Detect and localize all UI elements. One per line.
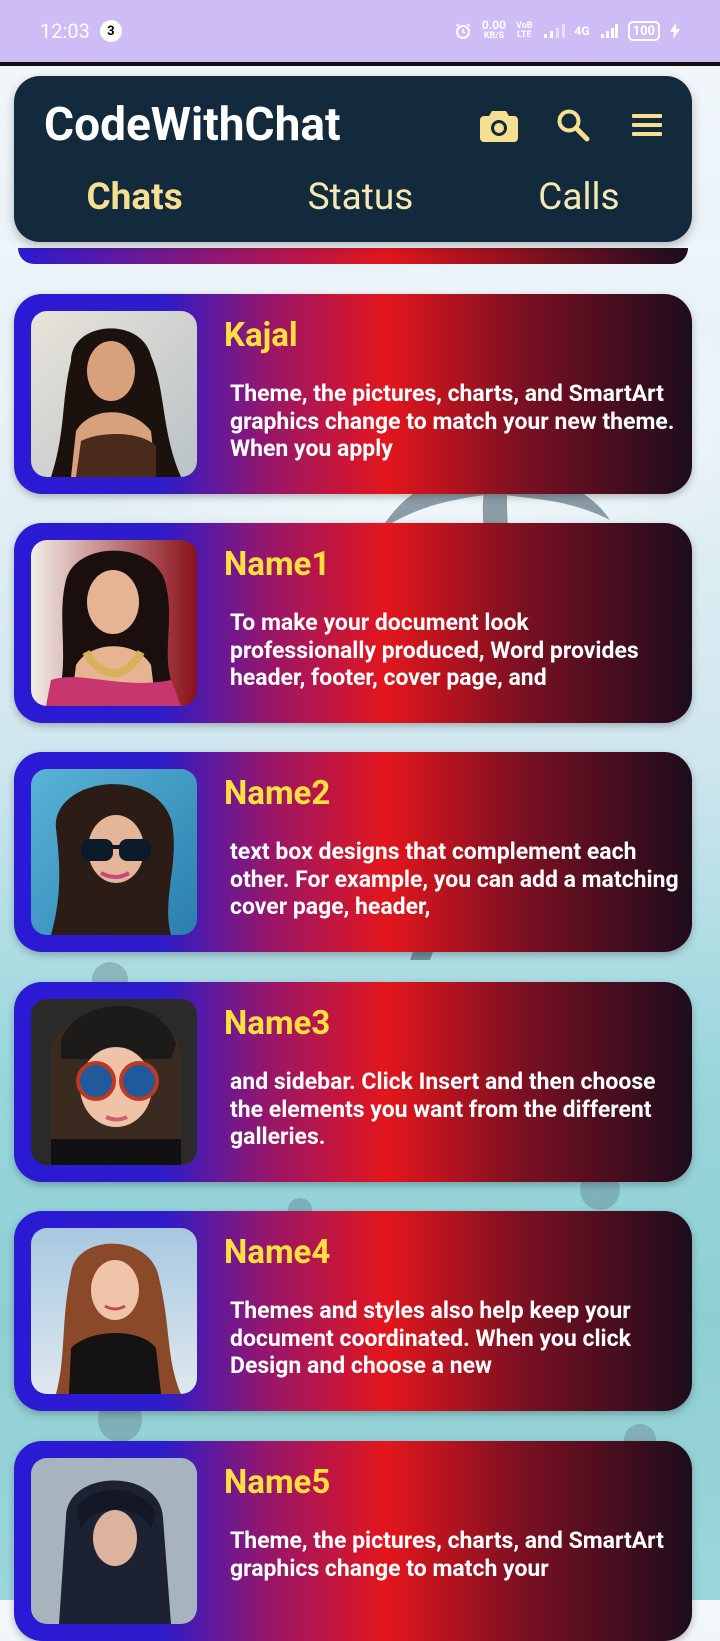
avatar xyxy=(31,769,197,935)
chat-name: Name3 xyxy=(224,1004,331,1043)
avatar xyxy=(31,999,197,1165)
chat-name: Name5 xyxy=(224,1463,331,1502)
chat-card-name2[interactable]: Name2 text box designs that complement e… xyxy=(14,752,692,952)
chat-message-preview: Theme, the pictures, charts, and SmartAr… xyxy=(230,1527,664,1582)
chat-card-name3[interactable]: Name3 and sidebar. Click Insert and then… xyxy=(14,982,692,1182)
chat-card-name4[interactable]: Name4 Themes and styles also help keep y… xyxy=(14,1211,692,1411)
chat-message-preview: and sidebar. Click Insert and then choos… xyxy=(230,1068,656,1150)
avatar xyxy=(31,1458,197,1624)
chat-card-name5[interactable]: Name5 Theme, the pictures, charts, and S… xyxy=(14,1441,692,1641)
chat-name: Name4 xyxy=(224,1233,331,1272)
avatar xyxy=(31,1228,197,1394)
chat-name: Name1 xyxy=(224,545,331,584)
avatar xyxy=(31,540,197,706)
chat-name: Kajal xyxy=(224,316,298,355)
chat-message-preview: Themes and styles also help keep your do… xyxy=(230,1297,631,1379)
chat-card-name1[interactable]: Name1 To make your document look profess… xyxy=(14,523,692,723)
chat-message-preview: text box designs that complement each ot… xyxy=(230,838,679,920)
chat-name: Name2 xyxy=(224,774,331,813)
chat-card-kajal[interactable]: Kajal Theme, the pictures, charts, and S… xyxy=(14,294,692,494)
chat-message-preview: Theme, the pictures, charts, and SmartAr… xyxy=(230,380,675,462)
avatar xyxy=(31,311,197,477)
chat-list: Kajal Theme, the pictures, charts, and S… xyxy=(0,0,720,1641)
chat-message-preview: To make your document look professionall… xyxy=(230,609,639,691)
